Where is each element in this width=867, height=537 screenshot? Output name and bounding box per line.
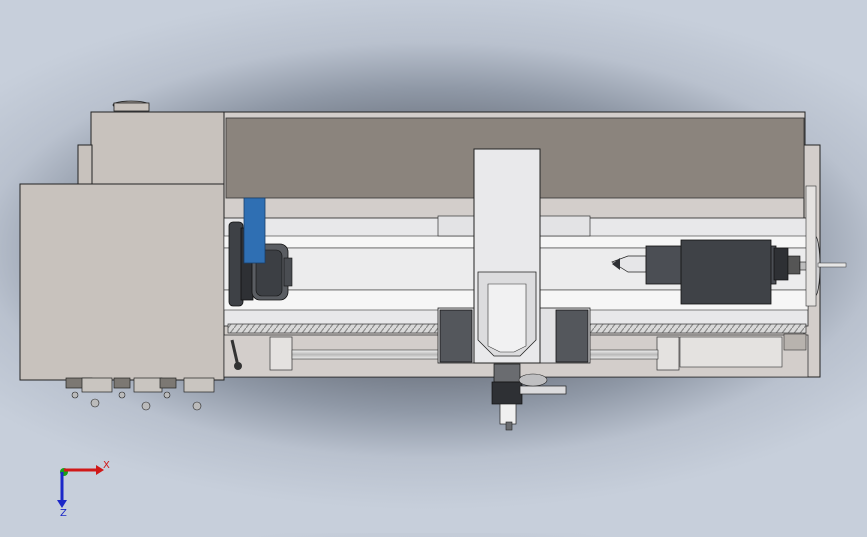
x-axis-label: X xyxy=(103,460,110,471)
chuck-guard-blue xyxy=(243,197,266,264)
lathe-model[interactable]: X Z xyxy=(0,0,867,533)
headstock-gearbox xyxy=(19,183,225,381)
headstock-upper xyxy=(90,111,225,186)
coordinate-triad: X Z xyxy=(57,460,110,519)
gearbox-knobs[interactable] xyxy=(65,377,215,411)
z-axis-label: Z xyxy=(60,508,67,519)
headstock-top-knob xyxy=(112,100,150,112)
z-axis-arrow-head xyxy=(57,500,67,508)
cad-viewport[interactable]: X Z xyxy=(0,0,867,533)
